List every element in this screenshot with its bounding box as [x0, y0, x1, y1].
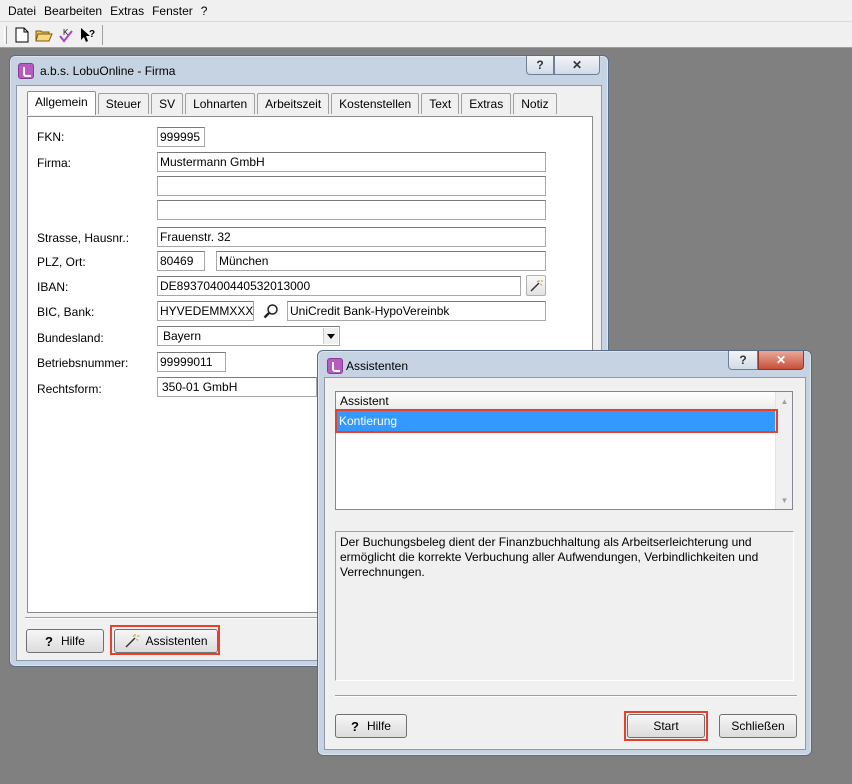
firma-titlebar[interactable]: a.b.s. LobuOnline - Firma ? ✕ [10, 56, 608, 84]
strasse-label: Strasse, Hausnr.: [37, 231, 130, 245]
assistent-description: Der Buchungsbeleg dient der Finanzbuchha… [335, 531, 794, 681]
menu-datei[interactable]: Datei [4, 0, 40, 22]
toolbar: K ? [0, 22, 852, 48]
schliessen-button[interactable]: Schließen [719, 714, 797, 738]
chevron-down-icon[interactable] [323, 328, 338, 344]
tab-lohnarten[interactable]: Lohnarten [185, 93, 256, 114]
assistenten-help-button[interactable]: ? [728, 351, 758, 370]
open-folder-icon[interactable] [33, 24, 55, 46]
ort-field[interactable]: München [216, 251, 546, 271]
assistenten-button[interactable]: Assistenten [114, 629, 218, 653]
iban-wizard-button[interactable] [526, 275, 546, 296]
firma-name-field-2[interactable] [157, 176, 546, 196]
firma-label: Firma: [37, 156, 71, 170]
tab-kostenstellen[interactable]: Kostenstellen [331, 93, 420, 114]
tab-steuer[interactable]: Steuer [97, 93, 150, 114]
assistenten-client-area: Assistent Kontierung ▲ ▼ Der Buchungsbel… [324, 377, 806, 750]
help-pointer-icon[interactable]: ? [77, 24, 99, 46]
strasse-field[interactable]: Frauenstr. 32 [157, 227, 546, 247]
bank-field[interactable]: UniCredit Bank-HypoVereinbk [287, 301, 546, 321]
tab-allgemein[interactable]: Allgemein [27, 91, 96, 115]
menu-fenster[interactable]: Fenster [148, 0, 197, 22]
scroll-down-icon[interactable]: ▼ [777, 492, 792, 508]
assistenten-bottom-divider [335, 695, 797, 697]
rechtsform-label: Rechtsform: [37, 382, 102, 396]
list-scrollbar[interactable]: ▲ ▼ [775, 392, 792, 509]
bic-search-button[interactable] [261, 300, 281, 321]
firma-close-button[interactable]: ✕ [554, 56, 600, 75]
magic-wand-icon [530, 279, 543, 292]
toolbar-grip[interactable] [4, 25, 7, 44]
assistenten-dialog-title: Assistenten [346, 359, 409, 373]
schliessen-label: Schließen [731, 719, 785, 733]
firma-help-button[interactable]: ? [526, 56, 554, 75]
menu-bearbeiten[interactable]: Bearbeiten [40, 0, 106, 22]
tab-arbeitszeit[interactable]: Arbeitszeit [257, 93, 330, 114]
iban-field[interactable]: DE89370400440532013000 [157, 276, 521, 296]
betriebsnummer-label: Betriebsnummer: [37, 356, 129, 370]
hilfe-label: Hilfe [60, 634, 85, 648]
menu-bar: Datei Bearbeiten Extras Fenster ? [0, 0, 852, 22]
bic-bank-label: BIC, Bank: [37, 305, 95, 319]
question-icon: ? [45, 633, 53, 649]
bundesland-value: Bayern [163, 329, 202, 343]
question-icon: ? [351, 718, 359, 734]
firma-name-field-3[interactable] [157, 200, 546, 220]
start-label: Start [653, 719, 679, 733]
new-document-icon[interactable] [11, 24, 33, 46]
assistenten-titlebar[interactable]: Assistenten ? ✕ [318, 351, 811, 379]
magic-wand-icon [125, 634, 140, 648]
menu-extras[interactable]: Extras [106, 0, 148, 22]
firma-hilfe-button[interactable]: ? Hilfe [26, 629, 104, 653]
assistenten-label: Assistenten [145, 634, 208, 648]
scroll-up-icon[interactable]: ▲ [777, 393, 792, 409]
plz-ort-label: PLZ, Ort: [37, 255, 86, 269]
list-item-kontierung[interactable]: Kontierung [336, 411, 775, 431]
tab-text[interactable]: Text [421, 93, 460, 114]
assistenten-close-button[interactable]: ✕ [758, 351, 804, 370]
firma-tabs: Allgemein Steuer SV Lohnarten Arbeitszei… [27, 90, 559, 115]
app-icon [18, 63, 34, 79]
assistenten-dialog: Assistenten ? ✕ Assistent Kontierung ▲ ▼… [317, 350, 812, 756]
start-button[interactable]: Start [627, 714, 705, 738]
betriebsnummer-field[interactable]: 99999011 [157, 352, 226, 372]
rechtsform-field[interactable]: 350-01 GmbH [157, 377, 317, 397]
list-header-assistent[interactable]: Assistent [336, 392, 775, 410]
firma-name-field-1[interactable]: Mustermann GmbH [157, 152, 546, 172]
assistenten-hilfe-button[interactable]: ? Hilfe [335, 714, 407, 738]
toolbar-separator [102, 24, 103, 45]
assistenten-list[interactable]: Assistent Kontierung ▲ ▼ [335, 391, 793, 510]
app-icon [327, 358, 343, 374]
plz-field[interactable]: 80469 [157, 251, 205, 271]
tab-sv[interactable]: SV [151, 93, 184, 114]
bundesland-select[interactable]: Bayern [157, 326, 340, 346]
svg-text:?: ? [89, 29, 95, 40]
hilfe-label: Hilfe [366, 719, 391, 733]
menu-help[interactable]: ? [197, 0, 212, 22]
bic-field[interactable]: HYVEDEMMXXX [157, 301, 254, 321]
iban-label: IBAN: [37, 280, 69, 294]
firma-window-title: a.b.s. LobuOnline - Firma [40, 64, 176, 78]
fkn-label: FKN: [37, 130, 65, 144]
tab-notiz[interactable]: Notiz [513, 93, 557, 114]
check-k-icon[interactable]: K [55, 24, 77, 46]
bundesland-label: Bundesland: [37, 331, 104, 345]
tab-extras[interactable]: Extras [461, 93, 512, 114]
fkn-field[interactable]: 999995 [157, 127, 205, 147]
magnifier-icon [263, 303, 278, 318]
